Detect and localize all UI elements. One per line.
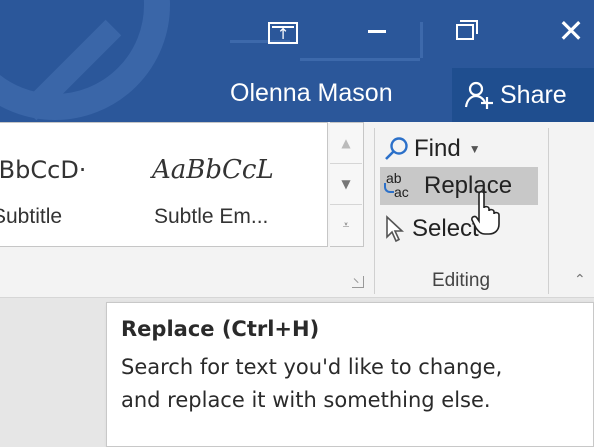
tooltip-description: Search for text you'd like to change, an… xyxy=(121,355,503,412)
tooltip-title: Replace (Ctrl+H) xyxy=(121,317,320,341)
chevron-down-icon: ▼ xyxy=(468,142,481,156)
minimize-icon xyxy=(368,30,386,33)
share-label: Share xyxy=(500,80,567,109)
ribbon: ıBbCcD· Subtitle AaBbCcL Subtle Em... ▲ … xyxy=(0,122,594,298)
gallery-scroll-down-button[interactable]: ▼ xyxy=(330,164,362,205)
hand-pointer-cursor-icon xyxy=(471,190,500,235)
replace-icon: ab ac xyxy=(384,170,409,200)
ribbon-display-icon: ↑ xyxy=(268,21,298,44)
title-bar: ↑ ✕ Olenna Mason Share xyxy=(0,0,594,122)
circuit-decoration xyxy=(300,58,420,61)
style-name: Subtle Em... xyxy=(154,205,269,228)
share-button[interactable]: Share xyxy=(452,68,594,122)
style-item-subtitle[interactable]: ıBbCcD· Subtitle xyxy=(0,123,152,246)
select-arrow-icon xyxy=(386,215,405,243)
share-person-icon xyxy=(464,81,493,109)
gallery-scroll-up-button[interactable]: ▲ xyxy=(330,123,362,164)
minimize-button[interactable] xyxy=(352,14,402,50)
magnifier-icon xyxy=(385,137,408,160)
select-button[interactable]: Select ▼ xyxy=(380,210,530,248)
find-button[interactable]: Find ▼ xyxy=(380,130,530,168)
styles-gallery-scroll: ▲ ▼ ⩡ xyxy=(330,122,364,247)
editing-group-label: Editing xyxy=(431,270,491,291)
select-label: Select xyxy=(412,215,479,242)
styles-dialog-launcher-icon[interactable] xyxy=(352,276,364,288)
style-name: Subtitle xyxy=(0,205,63,228)
styles-gallery: ıBbCcD· Subtitle AaBbCcL Subtle Em... xyxy=(0,122,328,247)
restore-icon xyxy=(456,19,478,40)
style-item-subtle-emphasis[interactable]: AaBbCcL Subtle Em... xyxy=(150,123,327,246)
replace-button[interactable]: ab ac Replace xyxy=(380,167,538,205)
close-icon: ✕ xyxy=(557,12,585,50)
ribbon-display-options-button[interactable]: ↑ xyxy=(258,14,308,50)
find-label: Find xyxy=(414,135,461,162)
more-icon: ⩡ xyxy=(342,218,350,232)
style-sample: ıBbCcD· xyxy=(0,156,87,184)
chevron-up-icon: ▲ xyxy=(341,136,351,150)
user-name[interactable]: Olenna Mason xyxy=(230,78,393,108)
replace-tooltip: Replace (Ctrl+H) Search for text you'd l… xyxy=(106,302,594,447)
group-divider xyxy=(548,128,549,294)
collapse-ribbon-icon[interactable]: ⌃ xyxy=(574,272,586,288)
gallery-more-button[interactable]: ⩡ xyxy=(330,205,362,246)
chevron-down-icon: ▼ xyxy=(341,177,351,191)
circuit-decoration xyxy=(420,22,423,58)
style-sample: AaBbCcL xyxy=(152,155,274,185)
close-button[interactable]: ✕ xyxy=(546,14,594,50)
restore-button[interactable] xyxy=(440,14,490,50)
